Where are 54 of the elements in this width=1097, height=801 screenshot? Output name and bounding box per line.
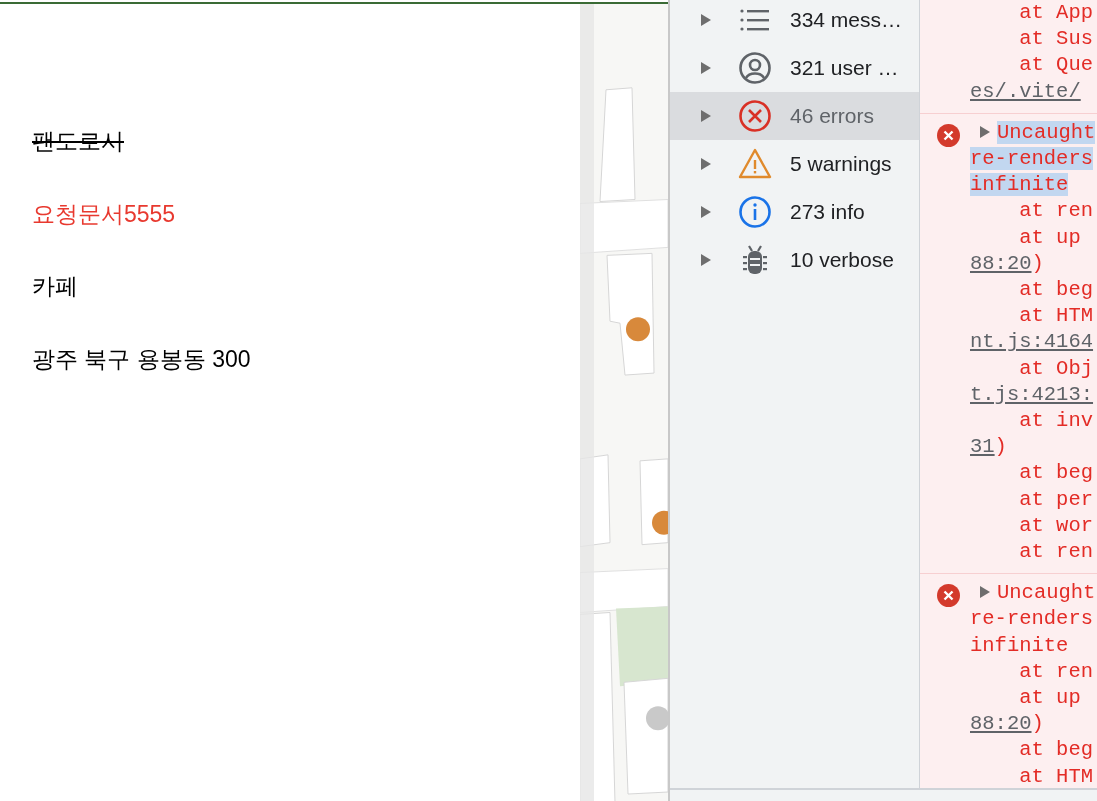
stack-frame: at Sus xyxy=(970,26,1093,53)
stack-frame: at App xyxy=(970,0,1093,27)
stack-frame: at ren xyxy=(970,198,1093,225)
sidebar-label: 273 info xyxy=(790,199,865,226)
stack-frame: at beg xyxy=(970,277,1093,304)
sidebar-item[interactable]: 321 user … xyxy=(670,44,919,92)
stack-frame: at up xyxy=(970,685,1081,712)
user-icon xyxy=(738,51,772,85)
sidebar-item[interactable]: 10 verbose xyxy=(670,236,919,284)
stack-text: ) xyxy=(1031,251,1044,275)
error-message: Uncaught xyxy=(997,581,1096,605)
place-text: 카페 xyxy=(32,273,78,301)
error-icon xyxy=(738,99,772,133)
sidebar-label: 334 mess… xyxy=(790,7,903,34)
stack-text: ) xyxy=(994,435,1007,459)
source-link[interactable]: t.js:4213: xyxy=(970,382,1094,406)
place-text: 팬도로시 xyxy=(32,128,124,156)
stack-frame: at HTM xyxy=(970,303,1093,330)
error-icon xyxy=(937,584,960,608)
sidebar-label: 10 verbose xyxy=(790,247,894,274)
warning-icon xyxy=(738,147,772,181)
error-message: re-renders xyxy=(970,147,1094,170)
stack-text: ) xyxy=(1031,712,1044,736)
stack-frame: at ren xyxy=(970,539,1093,566)
sidebar-item[interactable]: 273 info xyxy=(670,188,919,236)
stack-frame: at up xyxy=(970,224,1081,251)
place-text: 광주 북구 용봉동 300 xyxy=(32,345,251,374)
error-message: infinite xyxy=(970,633,1069,657)
sidebar-item[interactable]: 5 warnings xyxy=(670,140,919,188)
place-text: 요청문서5555 xyxy=(32,200,176,229)
stack-frame: at beg xyxy=(970,737,1093,764)
error-icon xyxy=(937,123,960,147)
sidebar-label: 46 errors xyxy=(790,103,875,130)
stack-frame: at Obj xyxy=(970,355,1093,382)
source-link[interactable]: nt.js:4164 xyxy=(970,330,1094,354)
stack-frame: at Que xyxy=(970,52,1093,79)
sidebar-label: 321 user … xyxy=(790,55,899,82)
source-link[interactable]: es/.vite/ xyxy=(970,79,1081,103)
sidebar-label: 5 warnings xyxy=(790,151,892,178)
error-message: Uncaught xyxy=(997,120,1096,144)
stack-frame: at per xyxy=(970,486,1093,513)
info-icon xyxy=(738,195,772,229)
source-link[interactable]: 88:20 xyxy=(970,712,1032,736)
error-message: infinite xyxy=(970,173,1069,197)
stack-frame: at inv xyxy=(970,408,1093,435)
stack-frame: at HTM xyxy=(970,763,1093,790)
stack-frame: at beg xyxy=(970,460,1093,487)
source-link[interactable]: 88:20 xyxy=(970,251,1032,275)
sidebar-item[interactable]: 334 mess… xyxy=(670,0,919,44)
sidebar-item[interactable]: 46 errors xyxy=(670,92,919,140)
stack-frame: at ren xyxy=(970,658,1093,686)
source-link[interactable]: 31 xyxy=(970,435,995,459)
stack-frame: at wor xyxy=(970,512,1093,540)
error-message: re-renders xyxy=(970,607,1094,631)
